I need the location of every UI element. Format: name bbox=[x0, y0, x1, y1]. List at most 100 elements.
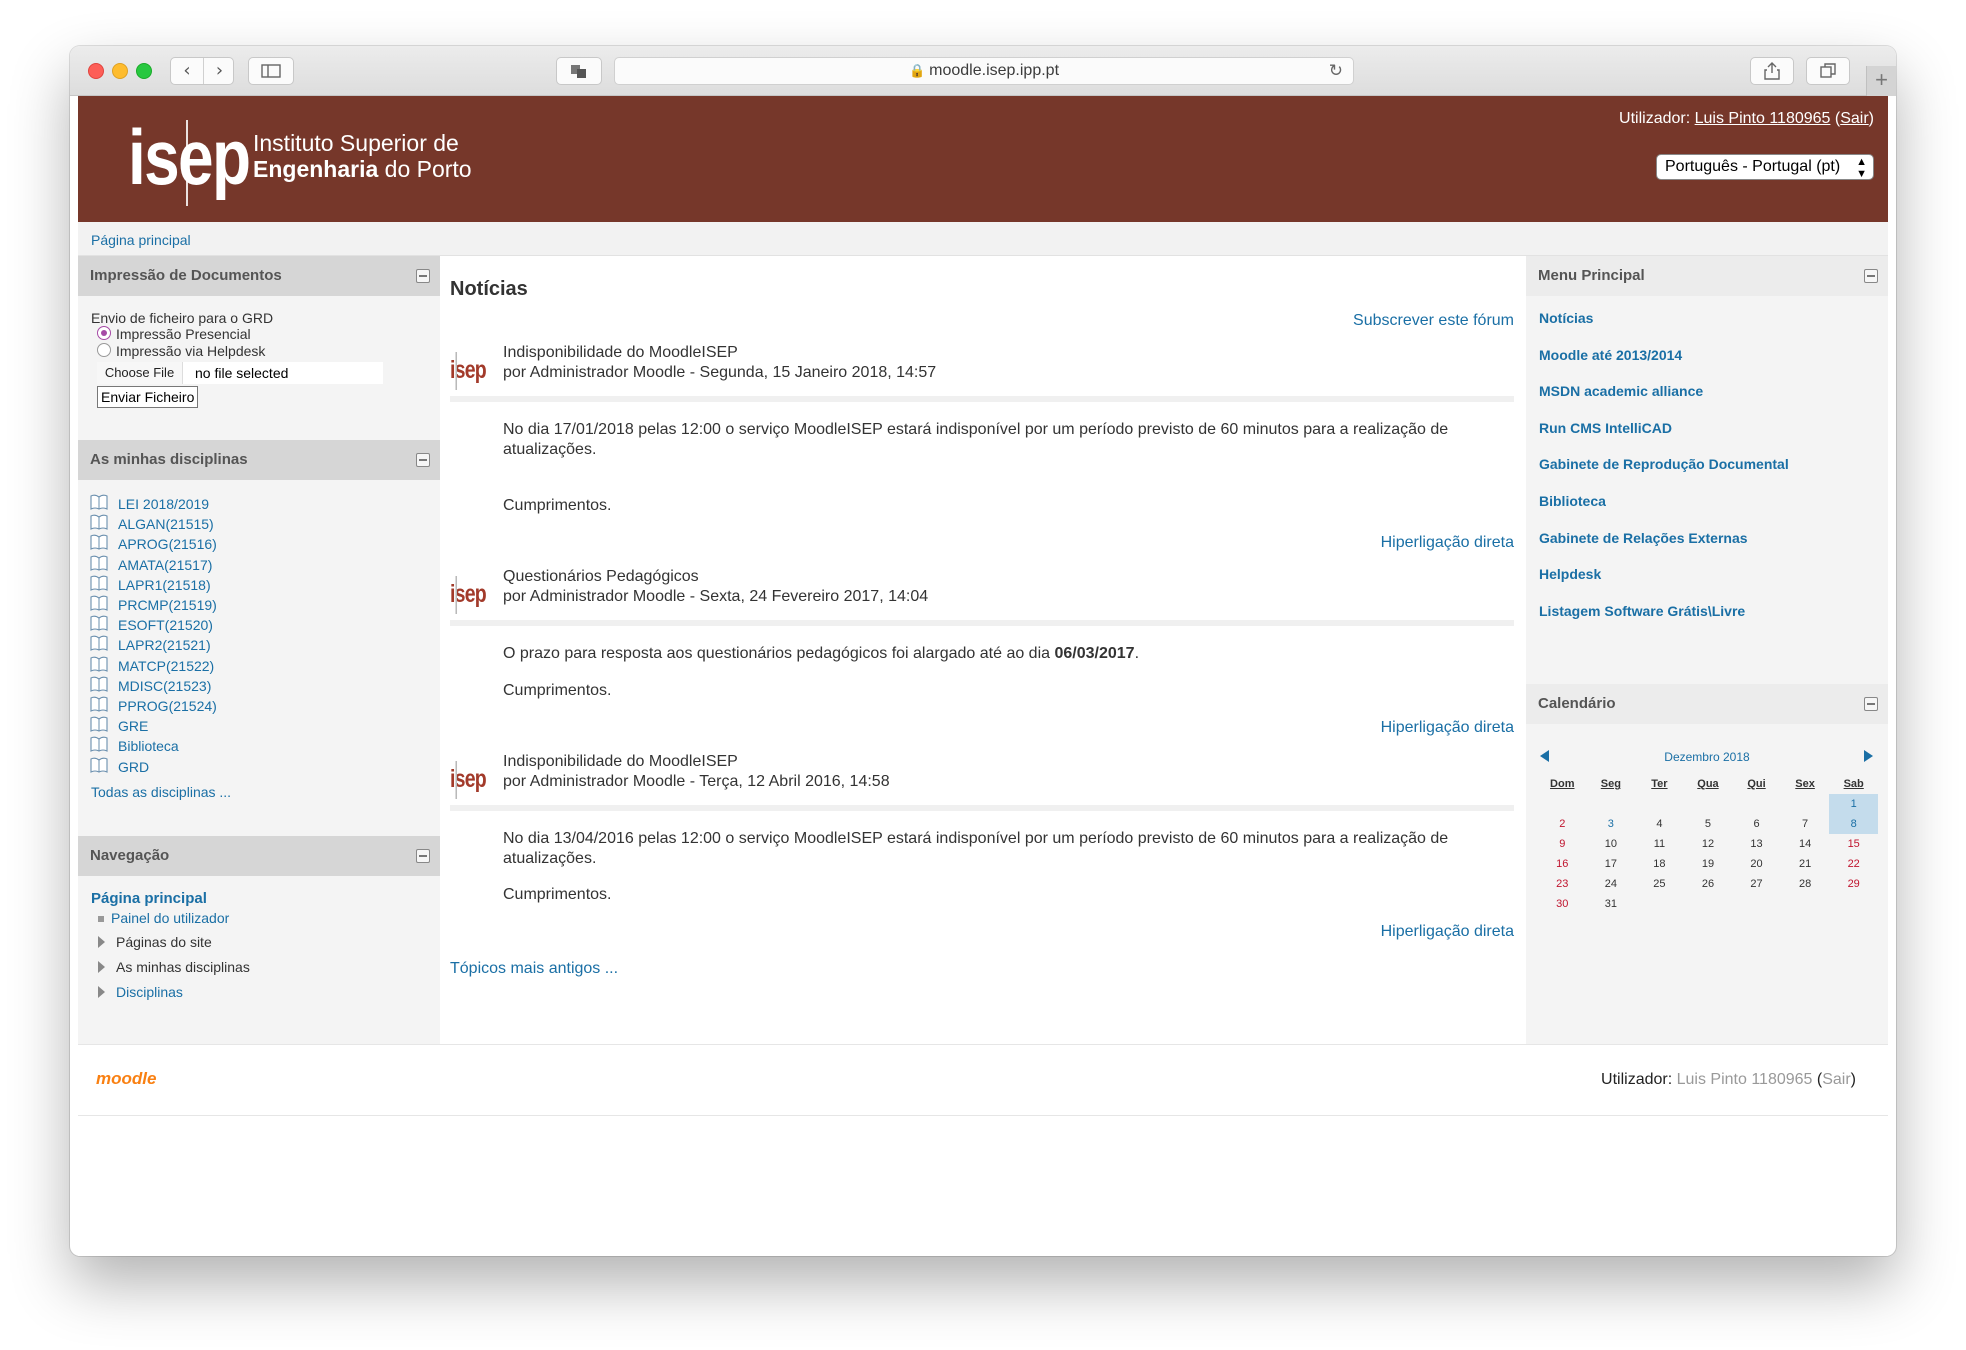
older-topics-link[interactable]: Tópicos mais antigos ... bbox=[450, 960, 618, 978]
collapse-icon[interactable] bbox=[416, 453, 430, 467]
calendar-day[interactable]: 19 bbox=[1684, 854, 1733, 874]
print-block-title: Impressão de Documentos bbox=[90, 267, 282, 284]
calendar-day[interactable]: 18 bbox=[1635, 854, 1684, 874]
main-menu-link[interactable]: Run CMS IntelliCAD bbox=[1539, 420, 1672, 436]
radio-helpdesk[interactable] bbox=[97, 343, 111, 357]
zoom-window-button[interactable] bbox=[136, 63, 152, 79]
extension-button[interactable] bbox=[556, 57, 602, 85]
breadcrumb-home[interactable]: Página principal bbox=[91, 232, 191, 248]
address-bar[interactable]: 🔒 moodle.isep.ipp.pt ↻ bbox=[614, 57, 1354, 85]
nav-courses-link[interactable]: Disciplinas bbox=[116, 984, 183, 1000]
calendar-day[interactable]: 15 bbox=[1829, 834, 1878, 854]
calendar-day[interactable]: 21 bbox=[1781, 854, 1830, 874]
calendar-day[interactable]: 10 bbox=[1587, 834, 1636, 854]
expand-arrow-icon[interactable] bbox=[98, 961, 105, 973]
course-label: AMATA(21517) bbox=[118, 556, 213, 573]
main-menu-link[interactable]: Listagem Software Grátis\Livre bbox=[1539, 603, 1745, 619]
calendar-day[interactable]: 27 bbox=[1732, 874, 1781, 894]
collapse-icon[interactable] bbox=[416, 849, 430, 863]
calendar-day[interactable]: 17 bbox=[1587, 854, 1636, 874]
calendar-day[interactable]: 5 bbox=[1684, 814, 1733, 834]
calendar-day bbox=[1732, 894, 1781, 914]
moodle-logo[interactable]: moodle bbox=[96, 1069, 156, 1089]
back-icon[interactable]: ‹ bbox=[171, 58, 203, 84]
calendar-day[interactable]: 9 bbox=[1538, 834, 1587, 854]
calendar-day[interactable]: 31 bbox=[1587, 894, 1636, 914]
nav-my-courses[interactable]: As minhas disciplinas bbox=[116, 959, 250, 975]
forward-icon[interactable]: › bbox=[203, 58, 235, 84]
weekday-header: Dom bbox=[1550, 778, 1575, 790]
all-courses-link[interactable]: Todas as disciplinas ... bbox=[91, 784, 231, 800]
main-menu-link[interactable]: Biblioteca bbox=[1539, 493, 1606, 509]
minimize-window-button[interactable] bbox=[112, 63, 128, 79]
calendar-day[interactable]: 3 bbox=[1587, 814, 1636, 834]
direct-link[interactable]: Hiperligação direta bbox=[1381, 923, 1514, 941]
footer-user-link[interactable]: Luis Pinto 1180965 bbox=[1677, 1071, 1813, 1088]
nav-home-link[interactable]: Página principal bbox=[91, 890, 207, 907]
direct-link[interactable]: Hiperligação direta bbox=[1381, 719, 1514, 737]
share-button[interactable] bbox=[1750, 57, 1794, 85]
isep-logo[interactable]: isep bbox=[128, 112, 251, 203]
calendar-day[interactable]: 4 bbox=[1635, 814, 1684, 834]
calendar-day bbox=[1587, 794, 1636, 814]
calendar-day[interactable]: 6 bbox=[1732, 814, 1781, 834]
calendar-day[interactable]: 8 bbox=[1829, 814, 1878, 834]
sidebar-toggle-button[interactable] bbox=[248, 57, 294, 85]
calendar-day[interactable]: 16 bbox=[1538, 854, 1587, 874]
collapse-icon[interactable] bbox=[1864, 697, 1878, 711]
send-file-button[interactable]: Enviar Ficheiro bbox=[97, 386, 199, 408]
nav-dashboard-link[interactable]: Painel do utilizador bbox=[111, 910, 229, 926]
calendar-day[interactable]: 7 bbox=[1781, 814, 1830, 834]
new-tab-button[interactable]: + bbox=[1866, 66, 1896, 96]
main-menu-link[interactable]: Helpdesk bbox=[1539, 566, 1601, 582]
nav-site-pages[interactable]: Páginas do site bbox=[116, 934, 212, 950]
expand-arrow-icon[interactable] bbox=[98, 986, 105, 998]
calendar-day[interactable]: 11 bbox=[1635, 834, 1684, 854]
calendar-day[interactable]: 22 bbox=[1829, 854, 1878, 874]
tabs-overview-button[interactable] bbox=[1806, 57, 1850, 85]
nav-block-header: Navegação bbox=[78, 836, 440, 876]
calendar-day[interactable]: 23 bbox=[1538, 874, 1587, 894]
calendar-day[interactable]: 26 bbox=[1684, 874, 1733, 894]
calendar-day[interactable]: 2 bbox=[1538, 814, 1587, 834]
calendar-day[interactable]: 14 bbox=[1781, 834, 1830, 854]
footer-logout-link[interactable]: Sair bbox=[1822, 1071, 1850, 1088]
book-icon bbox=[90, 636, 108, 652]
book-icon bbox=[90, 615, 108, 632]
expand-arrow-icon[interactable] bbox=[98, 936, 105, 948]
choose-file-button[interactable]: Choose File bbox=[97, 362, 183, 384]
close-window-button[interactable] bbox=[88, 63, 104, 79]
main-menu-link[interactable]: Gabinete de Reprodução Documental bbox=[1539, 456, 1789, 472]
reload-icon[interactable]: ↻ bbox=[1329, 58, 1343, 84]
course-label: LAPR1(21518) bbox=[118, 576, 211, 593]
direct-link[interactable]: Hiperligação direta bbox=[1381, 534, 1514, 552]
calendar-day[interactable]: 29 bbox=[1829, 874, 1878, 894]
logout-link[interactable]: Sair bbox=[1840, 110, 1868, 127]
calendar-day[interactable]: 13 bbox=[1732, 834, 1781, 854]
calendar-day[interactable]: 1 bbox=[1829, 794, 1878, 814]
main-menu-link[interactable]: Notícias bbox=[1539, 310, 1593, 326]
calendar-day[interactable]: 25 bbox=[1635, 874, 1684, 894]
calendar-day[interactable]: 30 bbox=[1538, 894, 1587, 914]
file-input[interactable]: Choose File no file selected bbox=[97, 362, 383, 384]
main-menu-link[interactable]: Moodle até 2013/2014 bbox=[1539, 347, 1682, 363]
main-menu-link[interactable]: MSDN academic alliance bbox=[1539, 383, 1703, 399]
calendar-month[interactable]: Dezembro 2018 bbox=[1526, 750, 1888, 764]
main-menu-link[interactable]: Gabinete de Relações Externas bbox=[1539, 530, 1748, 546]
calendar-day[interactable]: 20 bbox=[1732, 854, 1781, 874]
radio-presencial[interactable] bbox=[97, 326, 111, 340]
course-label: LAPR2(21521) bbox=[118, 637, 211, 654]
language-select[interactable]: Português - Portugal (pt) ▲ ▼ bbox=[1656, 154, 1874, 180]
subscribe-forum-link[interactable]: Subscrever este fórum bbox=[1353, 312, 1514, 330]
course-label: MATCP(21522) bbox=[118, 657, 215, 674]
print-caption: Envio de ficheiro para o GRD bbox=[91, 310, 274, 326]
calendar-title: Calendário bbox=[1538, 695, 1616, 712]
next-month-icon[interactable] bbox=[1864, 750, 1873, 762]
user-profile-link[interactable]: Luis Pinto 1180965 bbox=[1695, 110, 1831, 127]
calendar-day[interactable]: 12 bbox=[1684, 834, 1733, 854]
calendar-day[interactable]: 24 bbox=[1587, 874, 1636, 894]
collapse-icon[interactable] bbox=[1864, 269, 1878, 283]
sidebar-icon bbox=[261, 64, 281, 78]
collapse-icon[interactable] bbox=[416, 269, 430, 283]
calendar-day[interactable]: 28 bbox=[1781, 874, 1830, 894]
